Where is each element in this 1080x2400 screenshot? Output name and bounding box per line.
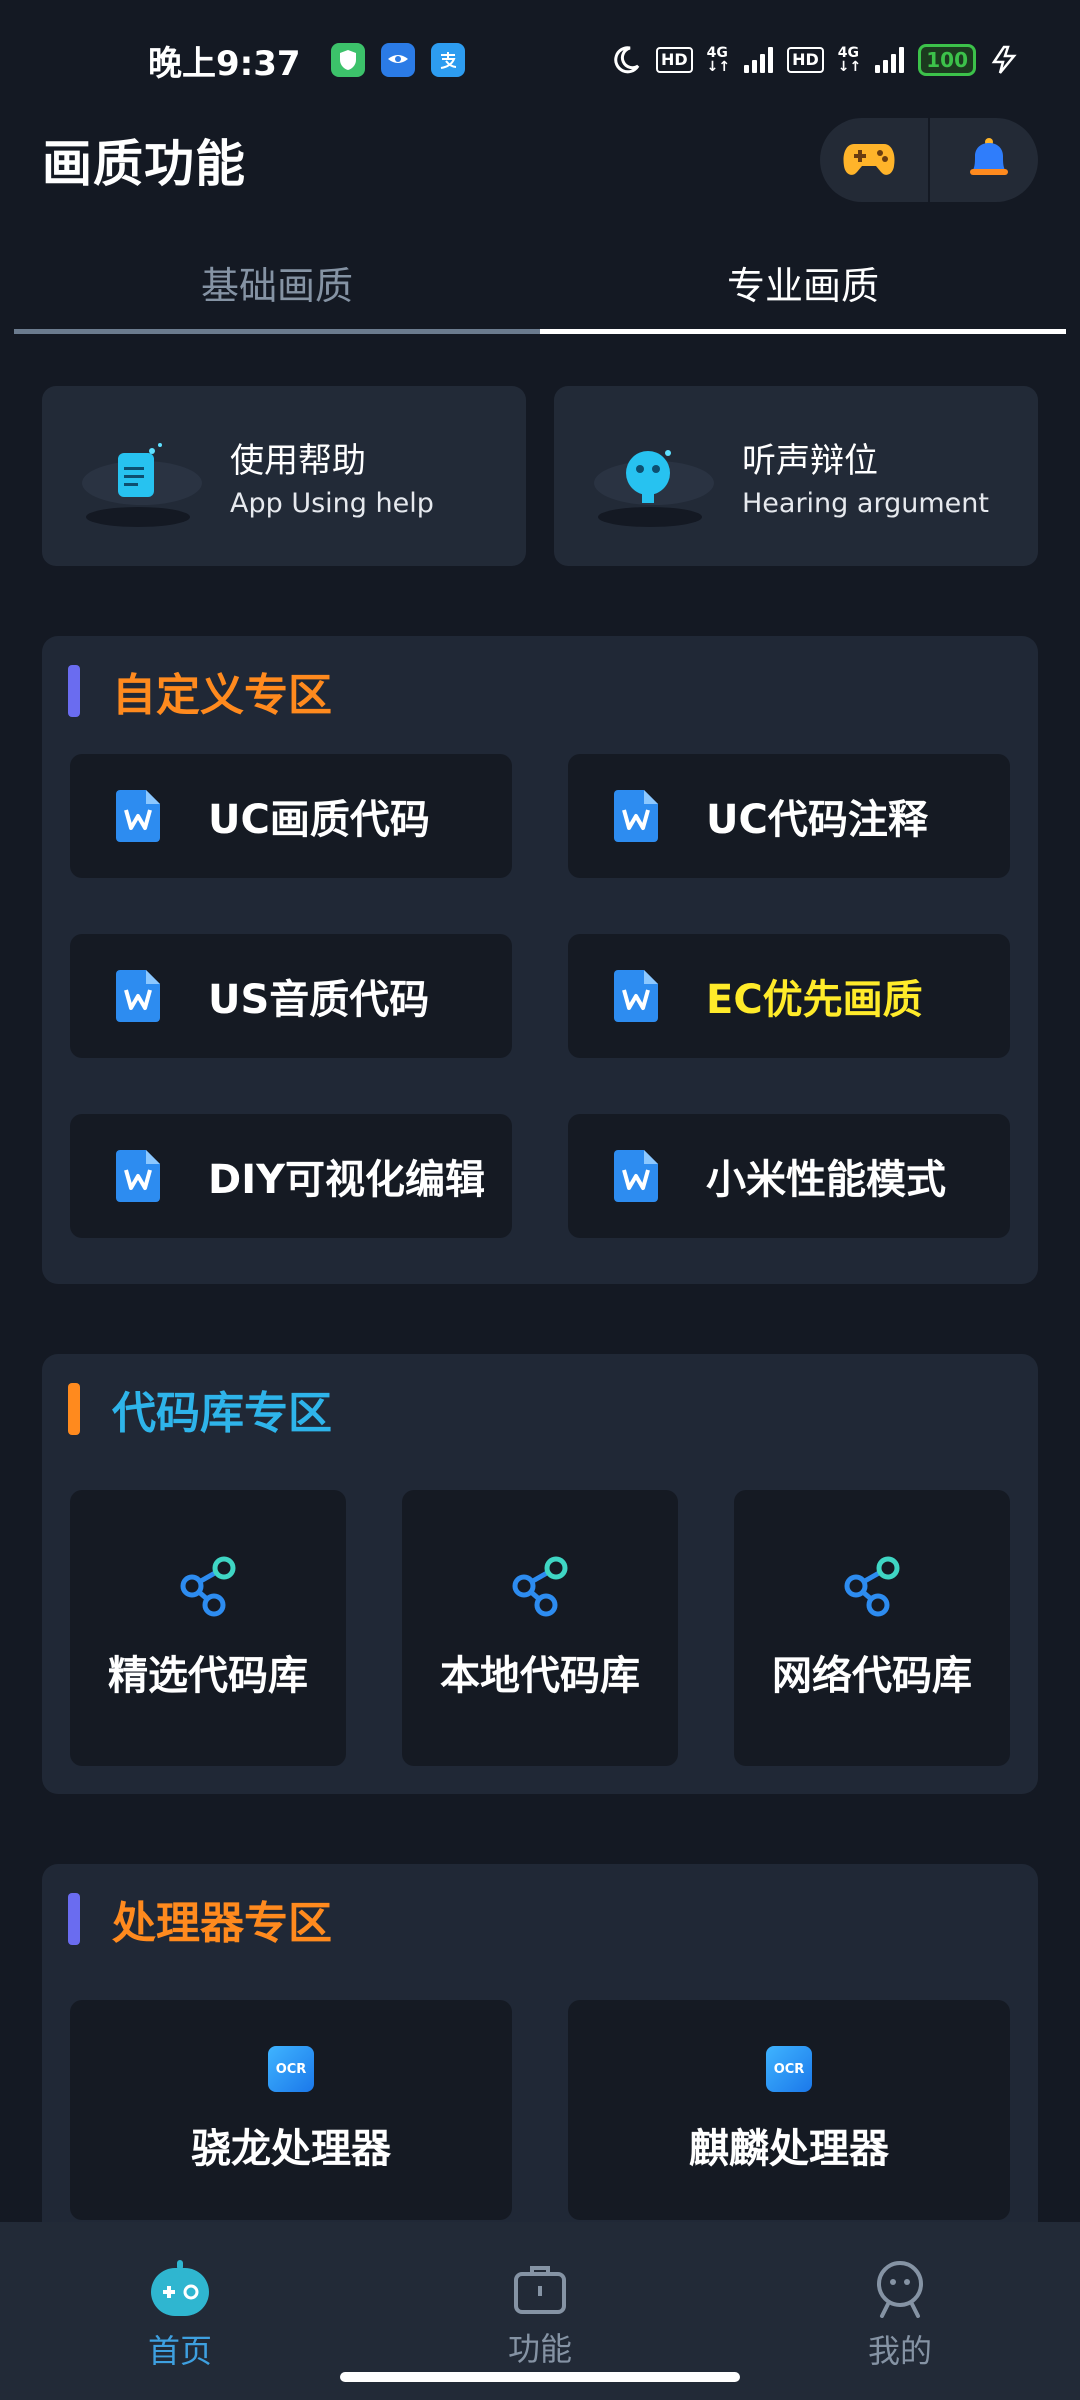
bell-icon bbox=[969, 138, 1008, 175]
status-time: 晚上9:37 bbox=[148, 43, 301, 84]
local-library-label: 本地代码库 bbox=[440, 1653, 640, 1699]
nav-profile-label: 我的 bbox=[867, 2332, 932, 2370]
share-nodes-icon bbox=[844, 1556, 900, 1617]
help-card-usage-subtitle: App Using help bbox=[230, 488, 434, 519]
ec-priority-quality-label: EC优先画质 bbox=[706, 977, 923, 1023]
diy-visual-editor-button[interactable]: DIY可视化编辑 bbox=[70, 1114, 512, 1238]
signal-bars-icon-2 bbox=[875, 47, 905, 73]
moon-icon bbox=[614, 46, 640, 74]
library-section-title: 代码库专区 bbox=[112, 1388, 332, 1439]
alipay-app-icon bbox=[430, 43, 465, 77]
help-robot-icon bbox=[78, 421, 208, 531]
network-type-2: 4G ↓↑ bbox=[837, 45, 862, 75]
briefcase-icon bbox=[514, 2266, 566, 2314]
uc-quality-code-button[interactable]: UC画质代码 bbox=[70, 754, 512, 878]
processor-section: 处理器专区 OCR 骁龙处理器 OCR 麒麟处理器 bbox=[42, 1864, 1038, 2284]
header-actions bbox=[820, 118, 1038, 202]
processor-section-title: 处理器专区 bbox=[112, 1898, 332, 1949]
status-bar: 晚上9:37 HD 4G ↓↑ HD 4G ↓↑ 100 bbox=[0, 0, 1080, 120]
nav-home-label: 首页 bbox=[147, 2332, 212, 2370]
signal-bars-icon bbox=[744, 47, 774, 73]
status-left: 晚上9:37 bbox=[148, 36, 465, 85]
help-card-hearing[interactable]: 听声辩位 Hearing argument bbox=[554, 386, 1038, 566]
quality-tabs: 基础画质 专业画质 bbox=[14, 230, 1066, 334]
doc-w-icon bbox=[116, 1150, 160, 1202]
kirin-processor-label: 麒麟处理器 bbox=[689, 2126, 889, 2172]
hearing-robot-icon bbox=[590, 421, 720, 531]
processor-grid: OCR 骁龙处理器 OCR 麒麟处理器 bbox=[42, 2000, 1038, 2220]
bird-app-icon bbox=[380, 43, 415, 77]
share-nodes-icon bbox=[512, 1556, 568, 1617]
tab-basic-quality[interactable]: 基础画质 bbox=[14, 230, 540, 334]
network-library-label: 网络代码库 bbox=[772, 1653, 972, 1699]
library-section: 代码库专区 精选代码库 本地代码库 网络代码库 bbox=[42, 1354, 1038, 1794]
custom-section-bar bbox=[68, 665, 80, 717]
processor-section-header: 处理器专区 bbox=[42, 1864, 1038, 1974]
nav-profile[interactable]: 我的 bbox=[720, 2222, 1080, 2400]
shield-app-icon bbox=[330, 43, 365, 77]
custom-section-header: 自定义专区 bbox=[42, 636, 1038, 746]
robot-icon bbox=[151, 2260, 209, 2316]
charging-icon bbox=[991, 45, 1017, 74]
doc-w-icon bbox=[116, 970, 160, 1022]
doc-w-icon bbox=[614, 790, 658, 842]
uc-code-notes-label: UC代码注释 bbox=[706, 797, 928, 843]
xiaomi-performance-mode-label: 小米性能模式 bbox=[706, 1157, 946, 1203]
hd-badge: HD bbox=[655, 47, 693, 73]
status-right: HD 4G ↓↑ HD 4G ↓↑ 100 bbox=[610, 44, 1020, 76]
us-audio-code-button[interactable]: US音质代码 bbox=[70, 934, 512, 1058]
notification-button[interactable] bbox=[949, 120, 1029, 200]
diy-visual-editor-label: DIY可视化编辑 bbox=[208, 1157, 486, 1203]
featured-library-label: 精选代码库 bbox=[108, 1653, 308, 1699]
snapdragon-processor-label: 骁龙处理器 bbox=[191, 2126, 391, 2172]
xiaomi-performance-mode-button[interactable]: 小米性能模式 bbox=[568, 1114, 1010, 1238]
network-library-button[interactable]: 网络代码库 bbox=[734, 1490, 1010, 1766]
app-header: 画质功能 bbox=[0, 110, 1080, 210]
screen: 晚上9:37 HD 4G ↓↑ HD 4G ↓↑ 100 画质功能 基础画质 专… bbox=[0, 0, 1080, 2400]
ocr-icon: OCR bbox=[766, 2046, 812, 2092]
home-indicator[interactable] bbox=[340, 2372, 740, 2382]
doc-w-icon bbox=[614, 970, 658, 1022]
help-card-hearing-title: 听声辩位 bbox=[742, 441, 878, 481]
ocr-icon: OCR bbox=[268, 2046, 314, 2092]
kirin-processor-button[interactable]: OCR 麒麟处理器 bbox=[568, 2000, 1010, 2220]
ec-priority-quality-button[interactable]: EC优先画质 bbox=[568, 934, 1010, 1058]
help-card-usage-text: 使用帮助 App Using help bbox=[230, 433, 434, 519]
custom-section: 自定义专区 UC画质代码 UC代码注释 US音质代码 EC优先画质 DIY可视化… bbox=[42, 636, 1038, 1284]
battery-indicator: 100 bbox=[918, 44, 976, 76]
help-card-usage-title: 使用帮助 bbox=[230, 441, 366, 481]
local-library-button[interactable]: 本地代码库 bbox=[402, 1490, 678, 1766]
gamepad-icon bbox=[843, 144, 895, 175]
nav-home[interactable]: 首页 bbox=[0, 2222, 360, 2400]
help-card-usage[interactable]: 使用帮助 App Using help bbox=[42, 386, 526, 566]
custom-grid: UC画质代码 UC代码注释 US音质代码 EC优先画质 DIY可视化编辑 小米性… bbox=[42, 754, 1038, 1238]
hd-badge-2: HD bbox=[787, 47, 824, 73]
doc-w-icon bbox=[614, 1150, 658, 1202]
game-button[interactable] bbox=[829, 120, 909, 200]
header-actions-divider bbox=[927, 118, 930, 202]
featured-library-button[interactable]: 精选代码库 bbox=[70, 1490, 346, 1766]
snapdragon-processor-button[interactable]: OCR 骁龙处理器 bbox=[70, 2000, 512, 2220]
library-grid: 精选代码库 本地代码库 网络代码库 bbox=[42, 1490, 1038, 1766]
library-section-bar bbox=[68, 1383, 80, 1435]
help-cards: 使用帮助 App Using help 听声辩位 Hearing argumen… bbox=[42, 386, 1038, 566]
us-audio-code-label: US音质代码 bbox=[208, 977, 430, 1023]
page-title: 画质功能 bbox=[42, 135, 246, 193]
doc-w-icon bbox=[116, 790, 160, 842]
library-section-header: 代码库专区 bbox=[42, 1354, 1038, 1464]
user-icon bbox=[877, 2261, 923, 2318]
share-nodes-icon bbox=[180, 1556, 236, 1617]
tab-pro-quality[interactable]: 专业画质 bbox=[540, 230, 1066, 334]
uc-quality-code-label: UC画质代码 bbox=[208, 797, 430, 843]
network-type: 4G ↓↑ bbox=[706, 45, 731, 75]
custom-section-title: 自定义专区 bbox=[112, 670, 332, 721]
nav-functions-label: 功能 bbox=[507, 2330, 572, 2368]
help-card-hearing-subtitle: Hearing argument bbox=[742, 488, 989, 519]
uc-code-notes-button[interactable]: UC代码注释 bbox=[568, 754, 1010, 878]
processor-section-bar bbox=[68, 1893, 80, 1945]
help-card-hearing-text: 听声辩位 Hearing argument bbox=[742, 433, 989, 519]
